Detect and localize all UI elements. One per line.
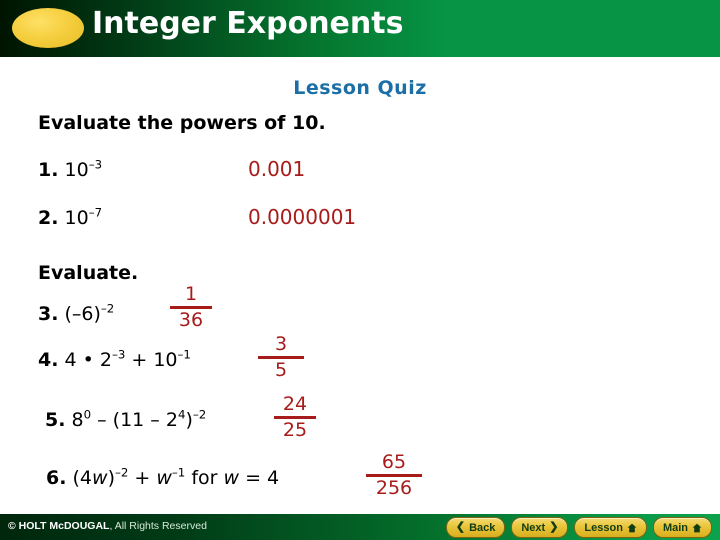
question-expression-1: 10–3 bbox=[64, 157, 103, 181]
lesson-button-label: Lesson bbox=[584, 521, 623, 534]
answer-3-numerator: 1 bbox=[184, 283, 198, 305]
answer-1: 0.001 bbox=[248, 157, 306, 181]
home-icon bbox=[692, 523, 702, 533]
navigation-buttons: ❮ Back Next ❯ Lesson Main bbox=[445, 517, 712, 538]
lesson-button[interactable]: Lesson bbox=[574, 517, 647, 538]
question-number-5: 5. bbox=[45, 409, 66, 431]
question-expression-3: (–6)–2 bbox=[64, 301, 115, 325]
answer-6-numerator: 65 bbox=[381, 451, 407, 473]
question-number-4: 4. bbox=[38, 349, 59, 371]
question-number-6: 6. bbox=[46, 467, 67, 489]
question-expression-5: 80 – (11 – 24)–2 bbox=[71, 407, 207, 431]
slide-content: Lesson Quiz Evaluate the powers of 10. 1… bbox=[0, 57, 720, 514]
chevron-left-icon: ❮ bbox=[455, 521, 466, 533]
question-row-3: 3. (–6)–2 bbox=[38, 303, 114, 325]
copyright-notice: © HOLT McDOUGAL, All Rights Reserved bbox=[8, 520, 207, 532]
chevron-right-icon: ❯ bbox=[549, 521, 559, 533]
question-row-6: 6. (4w)–2 + w–1 for w = 4 bbox=[46, 467, 279, 489]
answer-4-fraction: 3 5 bbox=[258, 335, 304, 380]
slide-header-bar: Integer Exponents bbox=[0, 0, 720, 57]
answer-5-numerator: 24 bbox=[282, 393, 308, 415]
answer-4-denominator: 5 bbox=[274, 359, 288, 381]
question-expression-6: (4w)–2 + w–1 for w = 4 bbox=[72, 465, 280, 489]
question-row-2: 2. 10–7 bbox=[38, 207, 102, 229]
answer-6-denominator: 256 bbox=[375, 477, 413, 499]
next-button-label: Next bbox=[521, 521, 546, 534]
home-icon bbox=[627, 523, 637, 533]
next-button[interactable]: Next ❯ bbox=[511, 517, 569, 538]
lesson-quiz-heading: Lesson Quiz bbox=[293, 77, 427, 99]
copyright-rights: , All Rights Reserved bbox=[109, 520, 207, 532]
main-button-label: Main bbox=[662, 521, 688, 534]
copyright-brand: © HOLT McDOUGAL bbox=[8, 520, 110, 532]
question-number-1: 1. bbox=[38, 159, 59, 181]
question-expression-2: 10–7 bbox=[64, 205, 103, 229]
header-ellipse-decoration bbox=[12, 8, 84, 48]
answer-5-fraction: 24 25 bbox=[274, 395, 316, 440]
directions-evaluate: Evaluate. bbox=[38, 262, 139, 284]
slide-footer-bar: © HOLT McDOUGAL, All Rights Reserved ❮ B… bbox=[0, 514, 720, 540]
question-number-2: 2. bbox=[38, 207, 59, 229]
back-button-label: Back bbox=[469, 521, 496, 534]
answer-4-numerator: 3 bbox=[274, 333, 288, 355]
answer-2: 0.0000001 bbox=[248, 205, 357, 229]
answer-3-fraction: 1 36 bbox=[170, 285, 212, 330]
question-row-1: 1. 10–3 bbox=[38, 159, 102, 181]
question-row-4: 4. 4 • 2–3 + 10–1 bbox=[38, 349, 191, 371]
question-row-5: 5. 80 – (11 – 24)–2 bbox=[45, 409, 206, 431]
answer-3-denominator: 36 bbox=[178, 309, 204, 331]
answer-5-denominator: 25 bbox=[282, 419, 308, 441]
directions-powers-of-ten: Evaluate the powers of 10. bbox=[38, 112, 326, 134]
back-button[interactable]: ❮ Back bbox=[445, 517, 506, 538]
question-expression-4: 4 • 2–3 + 10–1 bbox=[64, 347, 191, 371]
page-title: Integer Exponents bbox=[92, 6, 404, 41]
answer-6-fraction: 65 256 bbox=[366, 453, 422, 498]
main-button[interactable]: Main bbox=[652, 517, 712, 538]
question-number-3: 3. bbox=[38, 303, 59, 325]
